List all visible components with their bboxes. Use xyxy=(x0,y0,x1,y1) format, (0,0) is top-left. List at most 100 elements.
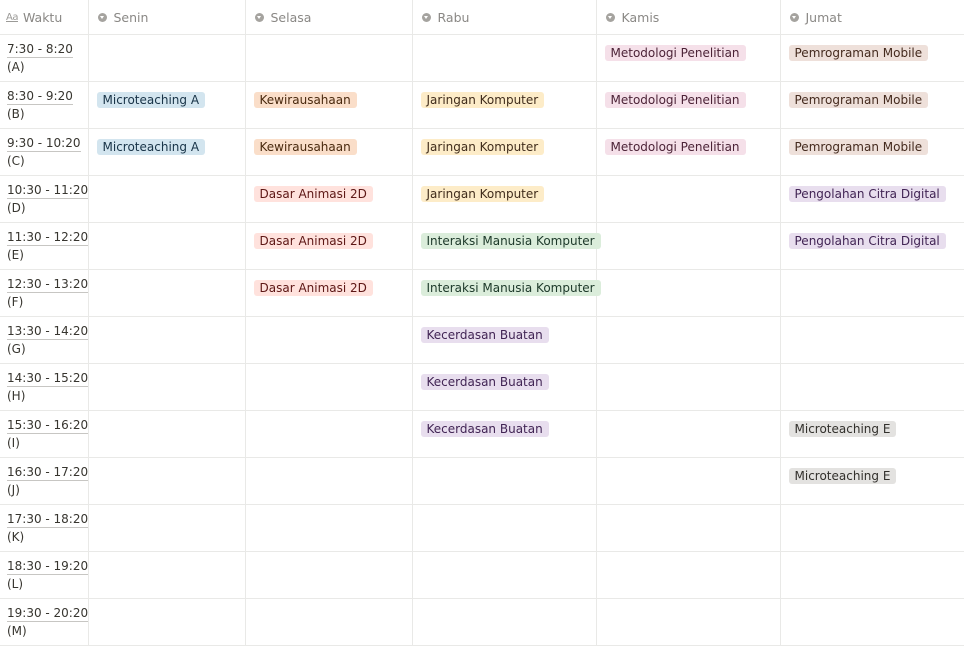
cell-senin[interactable] xyxy=(88,551,246,599)
cell-senin[interactable] xyxy=(88,175,246,223)
cell-jumat[interactable] xyxy=(780,504,964,552)
course-tag[interactable]: Microteaching E xyxy=(788,421,897,437)
cell-kamis[interactable] xyxy=(596,598,781,646)
cell-selasa[interactable]: Dasar Animasi 2D xyxy=(245,222,413,270)
cell-kamis[interactable]: Metodologi Penelitian xyxy=(596,128,781,176)
column-header-waktu[interactable]: Aa Waktu xyxy=(0,0,89,35)
cell-rabu[interactable] xyxy=(412,457,597,505)
course-tag[interactable]: Dasar Animasi 2D xyxy=(253,186,373,202)
cell-kamis[interactable] xyxy=(596,175,781,223)
course-tag[interactable]: Pemrograman Mobile xyxy=(788,92,929,108)
time-range[interactable]: 13:30 - 14:20 xyxy=(7,323,89,340)
course-tag[interactable]: Pemrograman Mobile xyxy=(788,139,929,155)
cell-rabu[interactable]: Kecerdasan Buatan xyxy=(412,410,597,458)
cell-selasa[interactable]: Dasar Animasi 2D xyxy=(245,269,413,317)
cell-kamis[interactable]: Metodologi Penelitian xyxy=(596,81,781,129)
time-range[interactable]: 15:30 - 16:20 xyxy=(7,417,89,434)
time-cell[interactable]: 7:30 - 8:20 (A) xyxy=(0,34,89,82)
course-tag[interactable]: Jaringan Komputer xyxy=(420,186,545,202)
course-tag[interactable]: Kecerdasan Buatan xyxy=(420,374,549,390)
course-tag[interactable]: Microteaching A xyxy=(96,92,206,108)
cell-jumat[interactable] xyxy=(780,316,964,364)
course-tag[interactable]: Metodologi Penelitian xyxy=(604,45,746,61)
course-tag[interactable]: Pemrograman Mobile xyxy=(788,45,929,61)
course-tag[interactable]: Microteaching E xyxy=(788,468,897,484)
time-cell[interactable]: 10:30 - 11:20 (D) xyxy=(0,175,89,223)
time-range[interactable]: 18:30 - 19:20 xyxy=(7,558,89,575)
cell-senin[interactable] xyxy=(88,222,246,270)
cell-rabu[interactable]: Interaksi Manusia Komputer xyxy=(412,269,601,317)
column-header-selasa[interactable]: Selasa xyxy=(245,0,413,35)
course-tag[interactable]: Jaringan Komputer xyxy=(420,92,545,108)
cell-kamis[interactable] xyxy=(596,551,781,599)
cell-senin[interactable] xyxy=(88,598,246,646)
column-header-rabu[interactable]: Rabu xyxy=(412,0,597,35)
time-cell[interactable]: 9:30 - 10:20 (C) xyxy=(0,128,89,176)
cell-selasa[interactable] xyxy=(245,316,413,364)
cell-jumat[interactable]: Pemrograman Mobile xyxy=(780,34,964,82)
cell-kamis[interactable] xyxy=(596,222,781,270)
cell-senin[interactable] xyxy=(88,363,246,411)
cell-selasa[interactable]: Dasar Animasi 2D xyxy=(245,175,413,223)
course-tag[interactable]: Pengolahan Citra Digital xyxy=(788,233,946,249)
cell-selasa[interactable]: Kewirausahaan xyxy=(245,128,413,176)
cell-senin[interactable]: Microteaching A xyxy=(88,128,246,176)
cell-jumat[interactable]: Pengolahan Citra Digital xyxy=(780,222,964,270)
cell-jumat[interactable] xyxy=(780,598,964,646)
cell-jumat[interactable] xyxy=(780,269,964,317)
cell-jumat[interactable]: Pemrograman Mobile xyxy=(780,81,964,129)
column-header-senin[interactable]: Senin xyxy=(88,0,246,35)
column-header-kamis[interactable]: Kamis xyxy=(596,0,781,35)
time-range[interactable]: 8:30 - 9:20 xyxy=(7,88,73,105)
course-tag[interactable]: Metodologi Penelitian xyxy=(604,139,746,155)
course-tag[interactable]: Kewirausahaan xyxy=(253,92,357,108)
course-tag[interactable]: Pengolahan Citra Digital xyxy=(788,186,946,202)
cell-selasa[interactable] xyxy=(245,551,413,599)
cell-senin[interactable] xyxy=(88,504,246,552)
cell-selasa[interactable] xyxy=(245,598,413,646)
course-tag[interactable]: Dasar Animasi 2D xyxy=(253,233,373,249)
time-range[interactable]: 19:30 - 20:20 xyxy=(7,605,89,622)
cell-selasa[interactable] xyxy=(245,34,413,82)
cell-kamis[interactable] xyxy=(596,269,781,317)
cell-rabu[interactable]: Jaringan Komputer xyxy=(412,128,597,176)
time-range[interactable]: 10:30 - 11:20 xyxy=(7,182,89,199)
time-range[interactable]: 9:30 - 10:20 xyxy=(7,135,81,152)
cell-rabu[interactable]: Kecerdasan Buatan xyxy=(412,316,597,364)
course-tag[interactable]: Kecerdasan Buatan xyxy=(420,327,549,343)
cell-senin[interactable]: Microteaching A xyxy=(88,81,246,129)
time-range[interactable]: 16:30 - 17:20 xyxy=(7,464,89,481)
time-cell[interactable]: 11:30 - 12:20 (E) xyxy=(0,222,89,270)
course-tag[interactable]: Kewirausahaan xyxy=(253,139,357,155)
cell-jumat[interactable]: Pemrograman Mobile xyxy=(780,128,964,176)
cell-rabu[interactable] xyxy=(412,551,597,599)
course-tag[interactable]: Kecerdasan Buatan xyxy=(420,421,549,437)
course-tag[interactable]: Jaringan Komputer xyxy=(420,139,545,155)
time-range[interactable]: 7:30 - 8:20 xyxy=(7,41,73,58)
course-tag[interactable]: Interaksi Manusia Komputer xyxy=(420,233,601,249)
cell-jumat[interactable] xyxy=(780,363,964,411)
cell-senin[interactable] xyxy=(88,316,246,364)
time-cell[interactable]: 14:30 - 15:20 (H) xyxy=(0,363,89,411)
course-tag[interactable]: Interaksi Manusia Komputer xyxy=(420,280,601,296)
course-tag[interactable]: Dasar Animasi 2D xyxy=(253,280,373,296)
time-cell[interactable]: 12:30 - 13:20 (F) xyxy=(0,269,89,317)
cell-rabu[interactable]: Jaringan Komputer xyxy=(412,175,597,223)
cell-jumat[interactable]: Microteaching E xyxy=(780,457,964,505)
time-range[interactable]: 17:30 - 18:20 xyxy=(7,511,89,528)
time-cell[interactable]: 13:30 - 14:20 (G) xyxy=(0,316,89,364)
time-cell[interactable]: 8:30 - 9:20 (B) xyxy=(0,81,89,129)
cell-rabu[interactable]: Jaringan Komputer xyxy=(412,81,597,129)
cell-rabu[interactable]: Interaksi Manusia Komputer xyxy=(412,222,601,270)
cell-kamis[interactable] xyxy=(596,316,781,364)
cell-rabu[interactable]: Kecerdasan Buatan xyxy=(412,363,597,411)
time-cell[interactable]: 19:30 - 20:20 (M) xyxy=(0,598,89,646)
cell-kamis[interactable] xyxy=(596,410,781,458)
time-cell[interactable]: 15:30 - 16:20 (I) xyxy=(0,410,89,458)
course-tag[interactable]: Metodologi Penelitian xyxy=(604,92,746,108)
cell-selasa[interactable] xyxy=(245,457,413,505)
time-cell[interactable]: 16:30 - 17:20 (J) xyxy=(0,457,89,505)
cell-kamis[interactable] xyxy=(596,363,781,411)
cell-selasa[interactable]: Kewirausahaan xyxy=(245,81,413,129)
cell-senin[interactable] xyxy=(88,269,246,317)
